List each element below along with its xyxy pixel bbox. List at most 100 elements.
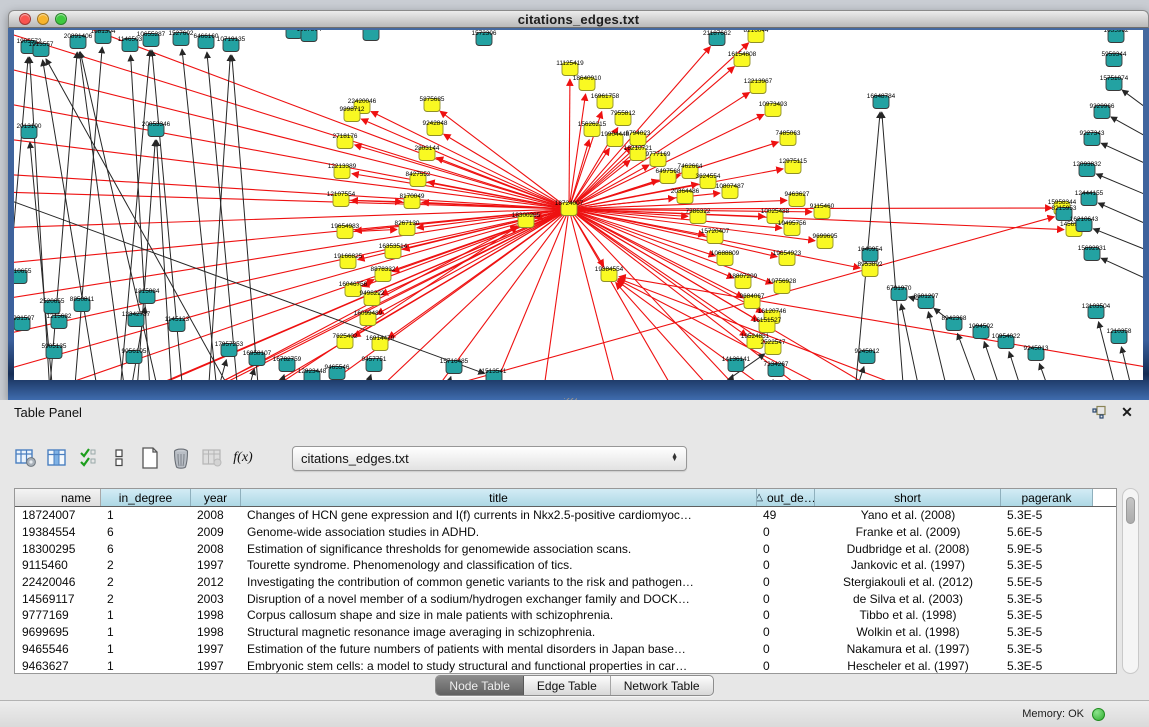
column-header-out_degree[interactable]: △out_de… xyxy=(757,489,815,506)
network-node[interactable]: 2520655 xyxy=(40,298,65,314)
network-node[interactable]: 20053346 xyxy=(142,121,171,137)
new-column-icon[interactable] xyxy=(138,445,162,471)
network-node[interactable]: 8850811 xyxy=(70,296,95,312)
network-node[interactable]: 12103504 xyxy=(1082,303,1111,319)
network-node[interactable]: 1527602 xyxy=(169,30,194,46)
edge-black[interactable] xyxy=(1096,174,1143,196)
network-node[interactable]: 8953892 xyxy=(858,261,883,277)
network-node[interactable]: 17957253 xyxy=(215,341,244,357)
network-node[interactable]: 16648784 xyxy=(867,93,896,109)
edge-black[interactable] xyxy=(424,377,451,380)
edge-black[interactable] xyxy=(1039,363,1074,380)
network-node[interactable]: 12213389 xyxy=(328,163,357,179)
tab-node-table[interactable]: Node Table xyxy=(436,676,524,695)
edge-black[interactable] xyxy=(132,140,155,380)
network-node[interactable]: 16961758 xyxy=(591,93,620,109)
table-row[interactable]: 977716911998Corpus callosum shape and si… xyxy=(15,607,1116,624)
network-node[interactable]: 2310655 xyxy=(14,268,32,284)
edge-black[interactable] xyxy=(1111,117,1143,138)
network-node[interactable]: 9245013 xyxy=(1024,345,1049,361)
float-panel-icon[interactable] xyxy=(1091,404,1107,420)
tab-edge-table[interactable]: Edge Table xyxy=(524,676,611,695)
network-node[interactable]: 9115460 xyxy=(810,203,835,219)
network-node[interactable]: 1146503 xyxy=(118,36,143,52)
network-node[interactable]: 8601297 xyxy=(914,293,939,309)
function-builder-icon[interactable]: f(x) xyxy=(231,445,255,471)
network-node[interactable]: 14136141 xyxy=(722,356,751,372)
edge-black[interactable] xyxy=(957,333,1004,380)
citation-edge[interactable] xyxy=(569,193,720,209)
network-node[interactable]: 5905135 xyxy=(42,343,67,359)
network-node[interactable]: 1035962 xyxy=(1104,30,1129,43)
network-node[interactable]: 21187662 xyxy=(703,30,731,46)
table-row[interactable]: 1938455462009Genome-wide association stu… xyxy=(15,524,1116,541)
table-row[interactable]: 946554611997Estimation of the future num… xyxy=(15,641,1116,658)
network-node[interactable]: 7955812 xyxy=(611,110,636,126)
citation-edge[interactable] xyxy=(361,119,569,209)
column-header-in_degree[interactable]: in_degree xyxy=(101,489,191,506)
edge-black[interactable] xyxy=(344,375,371,380)
delete-column-icon[interactable] xyxy=(169,445,193,471)
close-window-button[interactable] xyxy=(19,13,31,25)
citation-edge[interactable] xyxy=(440,111,569,209)
network-node[interactable]: 9227343 xyxy=(1080,130,1105,146)
citation-edge[interactable] xyxy=(618,280,964,380)
column-header-short[interactable]: short xyxy=(815,489,1001,506)
network-node[interactable]: 2013100 xyxy=(17,123,42,139)
table-row[interactable]: 969969511998Structural magnetic resonanc… xyxy=(15,624,1116,641)
network-node[interactable]: 9056105 xyxy=(122,348,147,364)
edge-black[interactable] xyxy=(80,52,174,380)
citation-edge[interactable] xyxy=(355,145,569,209)
edge-black[interactable] xyxy=(1122,90,1143,110)
select-columns-icon[interactable] xyxy=(76,445,100,471)
network-node[interactable]: 16151527 xyxy=(753,317,782,333)
close-panel-icon[interactable]: ✕ xyxy=(1119,404,1135,420)
citation-edge[interactable] xyxy=(619,277,1143,370)
table-mode-icon[interactable] xyxy=(107,445,131,471)
table-row[interactable]: 946362711997Embryonic stem cells: a mode… xyxy=(15,657,1116,674)
network-node[interactable]: 1640954 xyxy=(858,246,883,262)
network-node[interactable]: 15751074 xyxy=(1100,75,1129,91)
network-node[interactable]: 20891406 xyxy=(64,33,93,49)
vertical-scrollbar[interactable] xyxy=(1122,488,1139,674)
memory-indicator-dot[interactable] xyxy=(1092,708,1105,721)
network-node[interactable]: 2522547 xyxy=(761,339,786,355)
edge-black[interactable] xyxy=(1101,143,1143,165)
edge-black[interactable] xyxy=(43,60,109,380)
citation-edge[interactable] xyxy=(164,227,518,380)
network-node[interactable]: 12213967 xyxy=(744,78,773,94)
network-node[interactable]: 1572306 xyxy=(472,30,497,46)
network-node[interactable]: 12923448 xyxy=(298,368,327,380)
network-node[interactable]: 8878332 xyxy=(371,266,396,282)
network-node[interactable]: 9457751 xyxy=(362,356,387,372)
network-node[interactable]: 18640910 xyxy=(573,75,602,91)
network-node[interactable]: 9777169 xyxy=(646,151,671,167)
network-node[interactable]: 7334267 xyxy=(764,361,789,377)
network-node[interactable]: 2718176 xyxy=(333,133,358,149)
show-column-icon[interactable] xyxy=(45,445,69,471)
network-node[interactable]: 1513541 xyxy=(482,368,507,380)
network-node[interactable]: 5875685 xyxy=(420,96,445,112)
network-node[interactable]: 5959344 xyxy=(1102,51,1127,67)
table-options-icon[interactable] xyxy=(14,445,38,471)
edge-black[interactable] xyxy=(232,55,264,380)
network-node[interactable]: 11125419 xyxy=(556,60,584,76)
edge-black[interactable] xyxy=(1101,258,1143,280)
network-node[interactable]: 6466160 xyxy=(194,33,219,49)
network-node[interactable]: 10688809 xyxy=(711,250,740,266)
zoom-window-button[interactable] xyxy=(55,13,67,25)
network-node[interactable]: 19654923 xyxy=(773,250,802,266)
tab-network-table[interactable]: Network Table xyxy=(611,676,713,695)
citation-edge[interactable] xyxy=(569,79,570,209)
table-row[interactable]: 2242004622012Investigating the contribut… xyxy=(15,574,1116,591)
network-node[interactable]: 12107554 xyxy=(327,191,356,207)
table-row[interactable]: 1456911722003Disruption of a novel membe… xyxy=(15,590,1116,607)
minimize-window-button[interactable] xyxy=(37,13,49,25)
network-node[interactable]: 19756928 xyxy=(768,278,797,294)
network-node[interactable]: 9699695 xyxy=(813,233,838,249)
window-titlebar[interactable]: citations_edges.txt xyxy=(8,10,1149,28)
column-header-name[interactable]: name xyxy=(15,489,101,506)
table-row[interactable]: 1830029562008Estimation of significance … xyxy=(15,540,1116,557)
network-node[interactable]: 12975115 xyxy=(779,158,807,174)
network-node[interactable]: 18807299 xyxy=(729,273,758,289)
